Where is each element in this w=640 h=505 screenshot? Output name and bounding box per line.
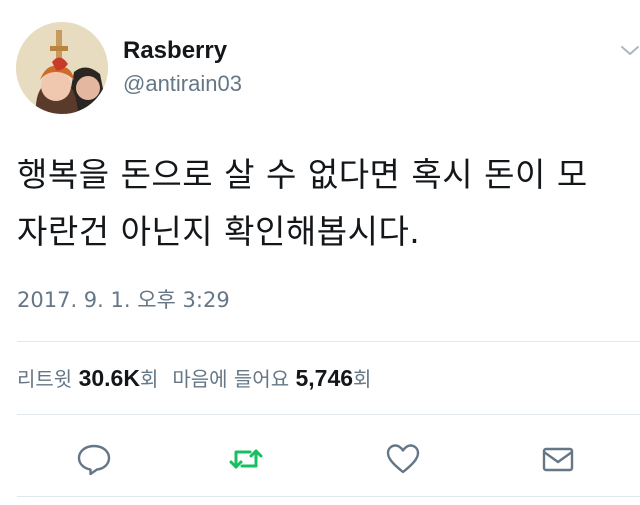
likes-label[interactable]: 마음에 들어요 [172, 367, 289, 391]
like-button[interactable] [385, 441, 421, 477]
heart-icon [386, 444, 420, 474]
envelope-icon [542, 447, 574, 472]
retweet-button[interactable] [228, 441, 264, 477]
likes-unit: 회 [353, 367, 372, 391]
tweet-card: Rasberry @antirain03 행복을 돈으로 살 수 없다면 혹시 … [0, 0, 640, 505]
tweet-stats: 리트윗 30.6K회 마음에 들어요 5,746회 [17, 363, 371, 394]
divider [17, 341, 640, 342]
tweet-timestamp[interactable]: 2017. 9. 1. 오후 3:29 [17, 285, 230, 315]
retweet-icon [229, 449, 263, 469]
divider [17, 414, 640, 415]
retweets-count[interactable]: 30.6K [79, 365, 140, 391]
display-name[interactable]: Rasberry [123, 36, 227, 66]
user-handle[interactable]: @antirain03 [123, 70, 242, 98]
divider [17, 496, 640, 497]
retweets-unit: 회 [139, 367, 159, 391]
likes-count[interactable]: 5,746 [295, 365, 353, 391]
avatar-image [16, 22, 108, 114]
reply-button[interactable] [76, 441, 112, 477]
reply-icon [77, 444, 111, 476]
retweets-label[interactable]: 리트윗 [17, 367, 72, 391]
avatar[interactable] [16, 22, 108, 114]
chevron-down-icon[interactable] [616, 38, 640, 62]
direct-message-button[interactable] [540, 441, 576, 477]
tweet-text: 행복을 돈으로 살 수 없다면 혹시 돈이 모 자란건 아닌지 확인해봅시다. [17, 155, 588, 251]
